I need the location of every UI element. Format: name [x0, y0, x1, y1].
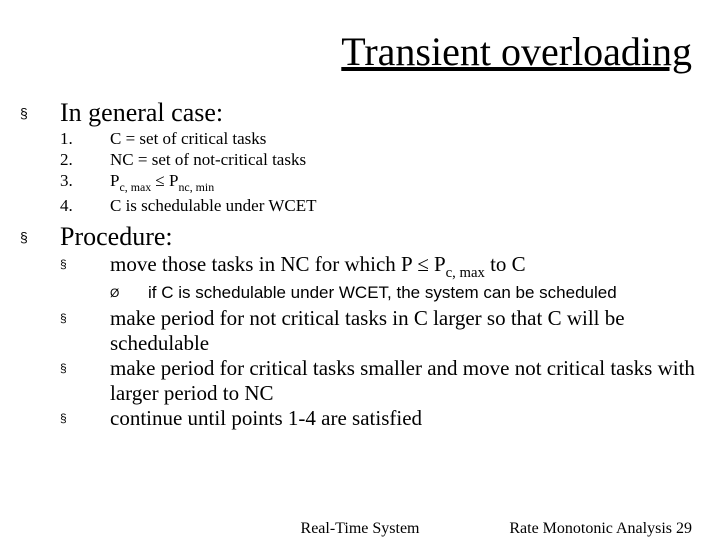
footer-right: Rate Monotonic Analysis 29 [509, 520, 692, 538]
list-item: 4. C is schedulable under WCET [60, 195, 700, 216]
item-text: make period for not critical tasks in C … [110, 306, 700, 356]
item-text: C = set of critical tasks [110, 128, 266, 149]
slide-title: Transient overloading [341, 28, 692, 75]
item-number: 4. [60, 195, 110, 216]
slide-body: § In general case: 1. C = set of critica… [20, 98, 700, 432]
slide: Transient overloading § In general case:… [0, 0, 720, 540]
text-part: ≤ P [151, 171, 178, 190]
section-heading: In general case: [60, 98, 223, 128]
list-item: § In general case: [20, 98, 700, 128]
item-text: NC = set of not-critical tasks [110, 149, 306, 170]
bullet-square-icon: § [20, 98, 60, 120]
item-number: 3. [60, 170, 110, 191]
subscript: nc, min [178, 180, 214, 194]
list-item: § make period for critical tasks smaller… [60, 356, 700, 406]
sub-sub-list: Ø if C is schedulable under WCET, the sy… [60, 282, 700, 304]
list-item: 2. NC = set of not-critical tasks [60, 149, 700, 170]
bullet-square-icon: § [60, 306, 110, 324]
list-item: § move those tasks in NC for which P ≤ P… [60, 252, 700, 282]
numbered-list: 1. C = set of critical tasks 2. NC = set… [20, 128, 700, 216]
list-item: § make period for not critical tasks in … [60, 306, 700, 356]
list-item: § Procedure: [20, 222, 700, 252]
item-text: if C is schedulable under WCET, the syst… [148, 282, 617, 304]
list-item: § continue until points 1-4 are satisfie… [60, 406, 700, 431]
bullet-square-icon: § [60, 356, 110, 374]
item-text: continue until points 1-4 are satisfied [110, 406, 422, 431]
item-number: 2. [60, 149, 110, 170]
text-part: to C [485, 252, 526, 276]
bullet-square-icon: § [60, 406, 110, 424]
item-text: make period for critical tasks smaller a… [110, 356, 700, 406]
item-number: 1. [60, 128, 110, 149]
sub-list: § move those tasks in NC for which P ≤ P… [20, 252, 700, 432]
section-heading: Procedure: [60, 222, 173, 252]
list-item: 1. C = set of critical tasks [60, 128, 700, 149]
bullet-square-icon: § [60, 252, 110, 270]
bullet-triangle-icon: Ø [110, 282, 148, 300]
bullet-square-icon: § [20, 222, 60, 244]
item-text: C is schedulable under WCET [110, 195, 316, 216]
list-item: Ø if C is schedulable under WCET, the sy… [110, 282, 700, 304]
list-item: 3. Pc, max ≤ Pnc, min [60, 170, 700, 194]
item-text: move those tasks in NC for which P ≤ Pc,… [110, 252, 526, 282]
subscript: c, max [446, 265, 485, 281]
item-text: Pc, max ≤ Pnc, min [110, 170, 214, 194]
footer-center: Real-Time System [301, 520, 420, 538]
subscript: c, max [119, 180, 151, 194]
text-part: move those tasks in NC for which P ≤ P [110, 252, 446, 276]
